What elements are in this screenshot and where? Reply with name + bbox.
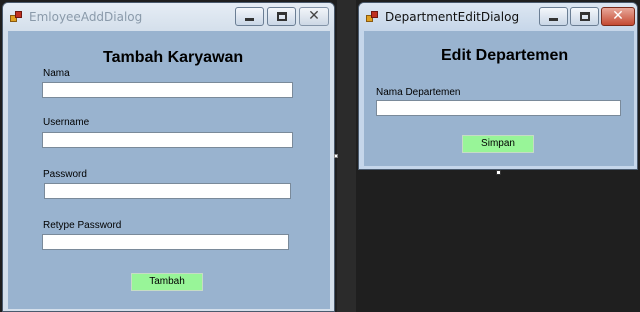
nama-departemen-field[interactable] xyxy=(376,100,621,116)
designer-splitter[interactable] xyxy=(337,0,356,312)
department-edit-dialog: DepartmentEditDialog ✕ Edit Departemen N… xyxy=(358,2,638,170)
resize-handle[interactable] xyxy=(334,154,338,158)
username-field[interactable] xyxy=(42,132,293,148)
department-dialog-title: DepartmentEditDialog xyxy=(385,10,520,24)
tambah-button[interactable]: Tambah xyxy=(131,273,203,291)
employee-dialog-titlebar[interactable]: EmloyeeAddDialog ✕ xyxy=(3,3,334,31)
maximize-icon xyxy=(580,12,590,21)
app-form-icon xyxy=(10,11,22,23)
employee-add-dialog: EmloyeeAddDialog ✕ Tambah Karyawan Nama … xyxy=(2,2,335,312)
department-dialog-client: Edit Departemen Nama Departemen Simpan xyxy=(364,31,634,166)
department-dialog-titlebar[interactable]: DepartmentEditDialog ✕ xyxy=(359,3,637,31)
employee-dialog-title: EmloyeeAddDialog xyxy=(29,10,143,24)
maximize-button[interactable] xyxy=(570,7,599,26)
minimize-button[interactable] xyxy=(235,7,264,26)
resize-handle[interactable] xyxy=(496,170,501,175)
nama-departemen-label: Nama Departemen xyxy=(376,87,461,98)
minimize-icon xyxy=(245,18,254,21)
close-button[interactable]: ✕ xyxy=(299,7,329,26)
close-icon: ✕ xyxy=(308,8,320,24)
maximize-icon xyxy=(277,12,287,21)
username-label: Username xyxy=(43,117,90,128)
simpan-button[interactable]: Simpan xyxy=(462,135,534,153)
close-icon: ✕ xyxy=(612,8,624,24)
password-label: Password xyxy=(43,169,87,180)
close-button[interactable]: ✕ xyxy=(601,7,635,26)
employee-dialog-client: Tambah Karyawan Nama Username Password R… xyxy=(8,31,330,309)
employee-dialog-heading: Tambah Karyawan xyxy=(103,49,244,66)
nama-label: Nama xyxy=(43,68,70,79)
maximize-button[interactable] xyxy=(267,7,296,26)
minimize-icon xyxy=(549,18,558,21)
password-field[interactable] xyxy=(44,183,291,199)
app-form-icon xyxy=(366,11,378,23)
minimize-button[interactable] xyxy=(539,7,568,26)
nama-field[interactable] xyxy=(42,82,293,98)
department-dialog-heading: Edit Departemen xyxy=(441,47,569,64)
retype-password-label: Retype Password xyxy=(43,220,122,231)
retype-password-field[interactable] xyxy=(42,234,289,250)
